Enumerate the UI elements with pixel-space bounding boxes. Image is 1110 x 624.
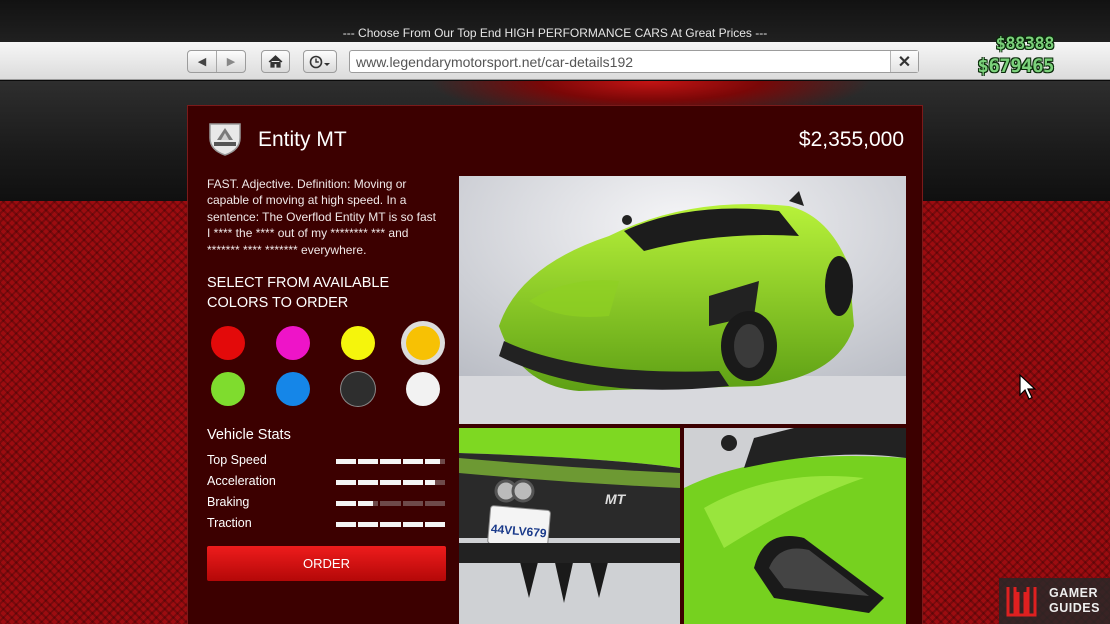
home-icon — [268, 55, 283, 68]
browser-toolbar: ◀ ▶ www.legendarymotorsport.net/car-deta… — [0, 42, 1110, 80]
order-button[interactable]: ORDER — [207, 546, 446, 581]
stat-segment — [424, 522, 446, 527]
watermark-line1: GAMER — [1049, 586, 1099, 600]
stat-segment — [402, 501, 423, 506]
overflod-logo — [209, 123, 241, 156]
stat-bar — [336, 501, 446, 506]
stat-segment — [380, 480, 401, 485]
forward-arrow-icon[interactable]: ▶ — [216, 51, 245, 72]
stats-heading: Vehicle Stats — [207, 427, 291, 443]
address-bar[interactable]: www.legendarymotorsport.net/car-details1… — [349, 50, 919, 73]
color-swatch-blue[interactable] — [276, 372, 310, 406]
stat-segment — [358, 459, 379, 464]
stat-segment — [402, 522, 423, 527]
stat-segment — [380, 501, 401, 506]
stat-bar — [336, 480, 446, 485]
stat-segment — [336, 522, 357, 527]
vehicle-price: $2,355,000 — [798, 128, 904, 151]
stat-segment — [380, 459, 401, 464]
clock-icon — [309, 55, 330, 68]
stat-segment — [424, 501, 446, 506]
history-button[interactable] — [303, 50, 337, 73]
top-banner: --- Choose From Our Top End HIGH PERFORM… — [0, 0, 1110, 42]
stat-bar — [336, 459, 446, 464]
color-swatch-yellow[interactable] — [341, 326, 375, 360]
stat-segment — [358, 480, 379, 485]
nav-buttons: ◀ ▶ — [187, 50, 246, 73]
banner-text: --- Choose From Our Top End HIGH PERFORM… — [342, 26, 768, 40]
bank-amount: $679465 — [977, 55, 1054, 77]
stat-segment — [358, 522, 379, 527]
stat-segment — [336, 459, 357, 464]
stat-segment — [358, 501, 379, 506]
vehicle-photo-detail[interactable] — [684, 428, 906, 624]
svg-text:MT: MT — [605, 491, 627, 507]
vehicle-name: Entity MT — [258, 128, 347, 151]
back-arrow-icon[interactable]: ◀ — [188, 51, 216, 72]
url-text: www.legendarymotorsport.net/car-details1… — [356, 54, 634, 70]
vehicle-description: FAST. Adjective. Definition: Moving or c… — [207, 177, 436, 257]
stat-segment — [336, 501, 357, 506]
mouse-cursor-icon — [1019, 374, 1037, 400]
stat-bar — [336, 522, 446, 527]
stat-label: Top Speed — [207, 453, 267, 467]
watermark-line2: GUIDES — [1049, 601, 1100, 615]
vehicle-panel: Entity MT $2,355,000 FAST. Adjective. De… — [187, 105, 923, 624]
color-swatch-orange-yellow[interactable] — [406, 326, 440, 360]
stat-segment — [402, 480, 423, 485]
gamer-guides-logo-icon — [1006, 587, 1037, 617]
color-swatch-charcoal[interactable] — [341, 372, 375, 406]
stat-segment — [424, 459, 446, 464]
colors-heading: SELECT FROM AVAILABLE COLORS TO ORDER — [207, 275, 390, 311]
stat-segment — [402, 459, 423, 464]
stat-label: Traction — [207, 516, 252, 530]
stat-segment — [424, 480, 446, 485]
vehicle-photo-front[interactable] — [459, 176, 906, 424]
stat-segment — [380, 522, 401, 527]
color-swatch-white[interactable] — [406, 372, 440, 406]
color-swatch-magenta[interactable] — [276, 326, 310, 360]
vehicle-photo-rear[interactable]: MT 44VLV679 — [459, 428, 680, 624]
color-swatch-red[interactable] — [211, 326, 245, 360]
home-button[interactable] — [261, 50, 290, 73]
close-icon[interactable]: ✕ — [890, 51, 918, 72]
cash-amount: $88388 — [995, 34, 1055, 54]
color-swatch-lime[interactable] — [211, 372, 245, 406]
gamer-guides-watermark: GAMER GUIDES — [999, 578, 1110, 624]
stat-label: Acceleration — [207, 474, 276, 488]
stat-label: Braking — [207, 495, 250, 509]
stat-segment — [336, 480, 357, 485]
